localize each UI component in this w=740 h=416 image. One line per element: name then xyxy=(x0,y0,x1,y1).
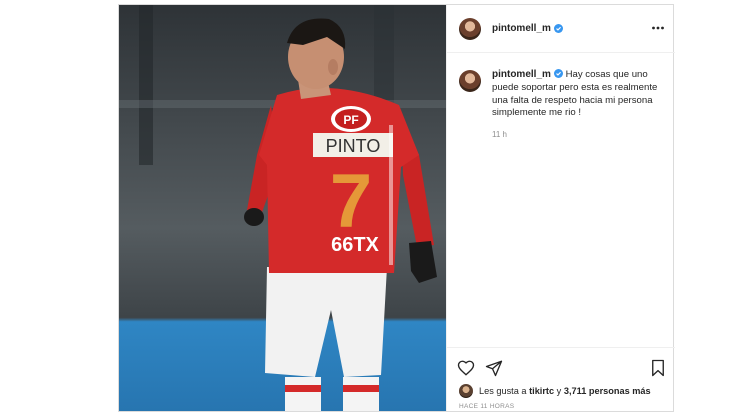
header-username[interactable]: pintomell_m xyxy=(492,23,551,34)
bookmark-icon[interactable] xyxy=(649,359,667,377)
likes-count[interactable]: 3,711 personas más xyxy=(564,386,651,396)
football-player-photo: PF PINTO 7 66TX xyxy=(119,5,446,411)
verified-badge-icon xyxy=(553,24,563,33)
post-time-ago[interactable]: HACE 11 HORAS xyxy=(459,403,514,410)
likes-summary: Les gusta a tikirtc y 3,711 personas más xyxy=(459,384,651,398)
more-options-icon[interactable] xyxy=(651,21,665,35)
caption-timestamp[interactable]: 11 h xyxy=(492,130,507,139)
caption-text-block: pintomell_m Hay cosas que uno puede sopo… xyxy=(492,69,660,120)
liker-avatar[interactable] xyxy=(459,384,473,398)
jersey-number: 7 xyxy=(330,159,372,244)
likes-prefix: Les gusta a xyxy=(479,386,527,396)
avatar[interactable] xyxy=(459,17,481,40)
avatar[interactable] xyxy=(459,70,481,92)
jersey-sponsor-logo: PF xyxy=(343,113,358,127)
likes-mid: y xyxy=(556,386,562,396)
post-header: pintomell_m xyxy=(447,5,675,53)
jersey-player-name: PINTO xyxy=(326,136,381,156)
heart-icon[interactable] xyxy=(457,359,475,377)
verified-badge-icon xyxy=(553,69,563,78)
post-actions: Les gusta a tikirtc y 3,711 personas más… xyxy=(447,347,675,411)
post-side-panel: pintomell_m pintomell_m Hay cosas que un… xyxy=(446,5,675,411)
caption-username[interactable]: pintomell_m xyxy=(492,69,551,80)
post-photo[interactable]: PF PINTO 7 66TX xyxy=(119,5,446,411)
paper-plane-icon[interactable] xyxy=(485,359,503,377)
instagram-post: PF PINTO 7 66TX pintomell_m pintomell_m … xyxy=(118,4,675,412)
likes-user[interactable]: tikirtc xyxy=(529,386,554,396)
jersey-lower-sponsor: 66TX xyxy=(331,234,379,256)
caption-comment: pintomell_m Hay cosas que uno puede sopo… xyxy=(459,69,664,120)
